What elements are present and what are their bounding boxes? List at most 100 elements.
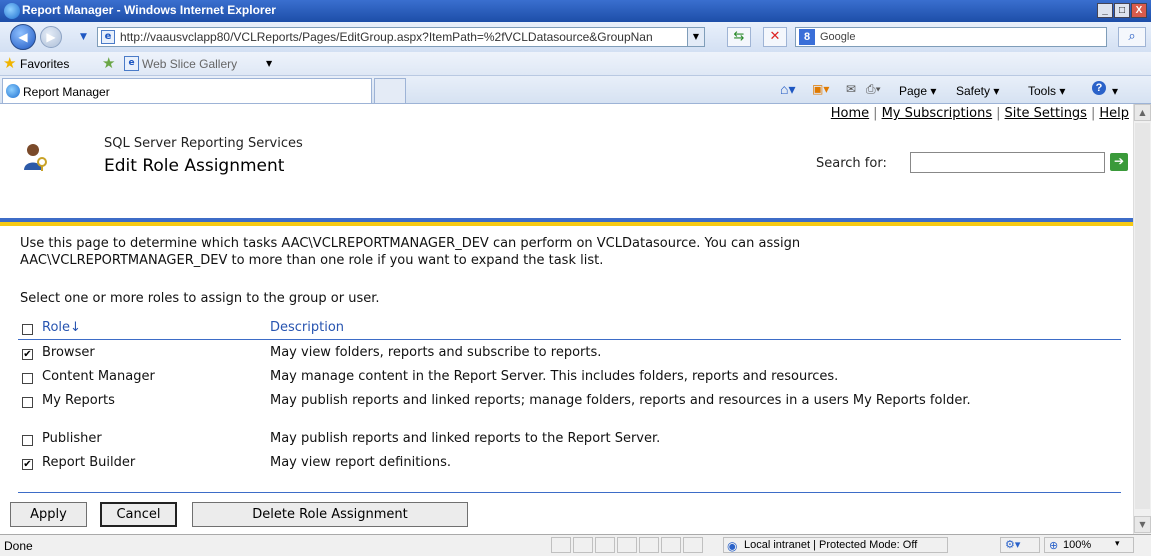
page-title: Edit Role Assignment (104, 156, 285, 176)
status-segment (683, 537, 703, 553)
favorites-button[interactable]: Favorites (20, 57, 69, 71)
role-name: Content Manager (42, 369, 155, 384)
print-icon[interactable]: ⎙▾ (866, 82, 881, 97)
add-favorites-icon[interactable]: ★ (102, 54, 115, 72)
help-icon[interactable]: ? (1092, 81, 1106, 95)
intranet-globe-icon: ◉ (727, 539, 738, 553)
back-button[interactable]: ◀ (10, 24, 36, 50)
help-dropdown-icon[interactable]: ▾ (1112, 84, 1118, 98)
status-text: Done (4, 539, 33, 553)
table-row: My Reports May publish reports and linke… (0, 392, 1120, 428)
stop-icon[interactable]: ✕ (763, 27, 787, 47)
page-menu[interactable]: Page ▾ (899, 84, 936, 98)
tab-report-manager[interactable]: Report Manager (2, 78, 372, 103)
close-window-button[interactable]: X (1131, 3, 1147, 18)
instruction-text: Select one or more roles to assign to th… (20, 291, 380, 306)
description-column-header: Description (270, 320, 345, 335)
role-checkbox-report-builder[interactable]: ✔ (22, 459, 33, 470)
status-segment (617, 537, 637, 553)
web-slice-gallery[interactable]: Web Slice Gallery (142, 57, 237, 71)
maximize-button[interactable]: □ (1114, 3, 1130, 18)
delete-role-assignment-button[interactable]: Delete Role Assignment (192, 502, 468, 527)
minimize-button[interactable]: _ (1097, 3, 1113, 18)
favorites-star-icon[interactable]: ★ (3, 54, 16, 72)
header-divider-yellow (0, 222, 1133, 226)
tools-menu[interactable]: Tools ▾ (1028, 84, 1065, 98)
page-description: Use this page to determine which tasks A… (20, 236, 801, 268)
status-segment (639, 537, 659, 553)
address-url[interactable]: http://vaausvclapp80/VCLReports/Pages/Ed… (120, 30, 680, 44)
search-label: Search for: (816, 156, 887, 171)
scroll-down-icon[interactable]: ▼ (1134, 516, 1151, 533)
select-all-checkbox[interactable] (22, 324, 33, 335)
feeds-icon[interactable]: ▣▾ (812, 82, 829, 96)
window-title-bar: Report Manager - Windows Internet Explor… (0, 0, 1151, 22)
table-row: Content Manager May manage content in th… (0, 368, 1120, 388)
search-box[interactable]: 8 Google (795, 27, 1107, 47)
help-link[interactable]: Help (1099, 106, 1129, 121)
status-segment (573, 537, 593, 553)
tab-bar: Report Manager ⌂▾ ▣▾ ✉ ⎙▾ Page ▾ Safety … (0, 76, 1151, 104)
security-zone[interactable]: ◉ Local intranet | Protected Mode: Off (723, 537, 948, 553)
table-row: Publisher May publish reports and linked… (0, 430, 1120, 450)
safety-menu[interactable]: Safety ▾ (956, 84, 999, 98)
zoom-control[interactable]: ⊕ 100% ▾ (1044, 537, 1134, 553)
recent-pages-dropdown-icon[interactable]: ▼ (80, 32, 87, 42)
status-bar: Done ◉ Local intranet | Protected Mode: … (0, 534, 1151, 556)
scroll-track[interactable] (1135, 123, 1150, 509)
table-row: ✔ Browser May view folders, reports and … (0, 344, 1120, 364)
web-slice-dropdown-icon[interactable]: ▼ (266, 59, 272, 68)
table-row: ✔ Report Builder May view report definit… (0, 454, 1120, 474)
ie-tab-icon (6, 84, 20, 98)
role-description: May publish reports and linked reports; … (270, 393, 971, 408)
role-name: Report Builder (42, 455, 136, 470)
favorites-bar: ★ Favorites ★ e Web Slice Gallery ▼ (0, 52, 1151, 76)
product-name: SQL Server Reporting Services (104, 136, 303, 151)
vertical-scrollbar[interactable]: ▲ ▼ (1133, 104, 1151, 534)
scroll-up-icon[interactable]: ▲ (1134, 104, 1151, 121)
search-go-arrow-icon[interactable]: ➔ (1110, 153, 1128, 171)
zoom-dropdown-icon[interactable]: ▾ (1115, 538, 1120, 549)
role-description: May manage content in the Report Server.… (270, 369, 839, 384)
zoom-level: 100% (1063, 539, 1092, 551)
header-separator (18, 339, 1121, 340)
top-links: Home | My Subscriptions | Site Settings | Help (830, 106, 1129, 121)
window-title: Report Manager - Windows Internet Explor… (22, 3, 276, 17)
role-name: Publisher (42, 431, 102, 446)
footer-separator (18, 492, 1121, 493)
role-checkbox-content-manager[interactable] (22, 373, 33, 384)
status-segment (595, 537, 615, 553)
address-dropdown-icon[interactable]: ▼ (687, 28, 704, 46)
role-description: May view folders, reports and subscribe … (270, 345, 602, 360)
site-settings-link[interactable]: Site Settings (1005, 106, 1087, 121)
refresh-icon[interactable]: ⇆ (727, 27, 751, 47)
role-checkbox-my-reports[interactable] (22, 397, 33, 408)
search-go-icon[interactable]: ⌕ (1118, 27, 1146, 47)
search-input[interactable] (910, 152, 1105, 173)
role-name: Browser (42, 345, 95, 360)
my-subscriptions-link[interactable]: My Subscriptions (882, 106, 993, 121)
forward-button[interactable]: ▶ (40, 26, 62, 48)
role-checkbox-publisher[interactable] (22, 435, 33, 446)
role-checkbox-browser[interactable]: ✔ (22, 349, 33, 360)
ie-logo-icon (4, 3, 20, 19)
mail-icon[interactable]: ✉ (846, 82, 856, 96)
role-description: May view report definitions. (270, 455, 452, 470)
home-icon[interactable]: ⌂▾ (780, 81, 795, 98)
new-tab-button[interactable] (374, 78, 406, 103)
apply-button[interactable]: Apply (10, 502, 87, 527)
cancel-button[interactable]: Cancel (100, 502, 177, 527)
web-slice-icon: e (124, 56, 139, 71)
page-content: Home | My Subscriptions | Site Settings | Help… (0, 104, 1133, 534)
address-bar[interactable]: e http://vaausvclapp80/VCLReports/Pages/… (97, 27, 705, 47)
status-segment (551, 537, 571, 553)
home-link[interactable]: Home (831, 106, 869, 121)
zoom-icon: ⊕ (1049, 540, 1059, 552)
google-icon: 8 (799, 29, 815, 45)
user-role-icon (24, 144, 47, 171)
tab-label: Report Manager (23, 85, 110, 99)
protected-mode-settings[interactable]: ⚙▾ (1000, 537, 1040, 553)
role-column-header[interactable]: Role↓ (42, 320, 81, 335)
search-placeholder[interactable]: Google (820, 31, 855, 43)
navigation-bar: ◀ ▶ ▼ e http://vaausvclapp80/VCLReports/… (0, 22, 1151, 52)
